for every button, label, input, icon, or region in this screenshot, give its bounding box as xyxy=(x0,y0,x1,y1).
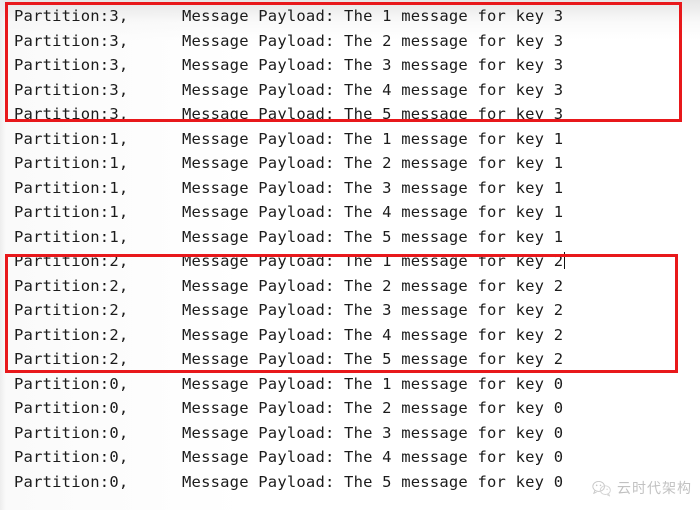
log-line: Partition:0, Message Payload: The 4 messa… xyxy=(14,445,700,470)
log-line: Partition:2, Message Payload: The 4 messa… xyxy=(14,323,700,348)
log-line-partition: Partition:0, xyxy=(14,472,129,491)
log-line-partition: Partition:3, xyxy=(14,56,129,74)
log-line-partition: Partition:2, xyxy=(14,252,129,270)
log-line-partition: Partition:3, xyxy=(14,31,129,50)
log-line-partition: Partition:3, xyxy=(14,80,129,99)
log-line: Partition:2, Message Payload: The 1 messa… xyxy=(14,249,700,274)
log-line: Partition:3, Message Payload: The 4 messa… xyxy=(14,78,700,103)
log-line: Partition:0, Message Payload: The 2 messa… xyxy=(14,396,700,421)
log-line: Partition:2, Message Payload: The 5 messa… xyxy=(14,347,700,372)
log-line-partition: Partition:0, xyxy=(14,399,129,417)
log-line: Partition:0, Message Payload: The 5 messa… xyxy=(14,470,700,495)
log-line: Partition:1, Message Payload: The 3 messa… xyxy=(14,176,700,201)
log-line: Partition:1, Message Payload: The 1 messa… xyxy=(14,127,700,152)
log-line: Partition:3, Message Payload: The 3 messa… xyxy=(14,53,700,78)
log-line-payload: Message Payload: The 1 message for key 0 xyxy=(182,374,564,393)
log-line-payload: Message Payload: The 5 message for key 1 xyxy=(182,227,564,246)
console-output-pane: Partition:3, Message Payload: The 1 messa… xyxy=(0,0,700,510)
log-line: Partition:0, Message Payload: The 1 messa… xyxy=(14,372,700,397)
log-line-payload: Message Payload: The 5 message for key 2 xyxy=(182,350,564,368)
log-line: Partition:3, Message Payload: The 2 messa… xyxy=(14,29,700,54)
log-line-partition: Partition:1, xyxy=(14,227,129,246)
log-line-partition: Partition:2, xyxy=(14,301,129,319)
log-line: Partition:3, Message Payload: The 1 messa… xyxy=(14,4,700,29)
log-line-partition: Partition:2, xyxy=(14,276,129,295)
log-line-partition: Partition:3, xyxy=(14,7,129,25)
log-line-payload: Message Payload: The 3 message for key 1 xyxy=(182,178,564,197)
text-cursor xyxy=(564,252,566,269)
log-line: Partition:2, Message Payload: The 3 messa… xyxy=(14,298,700,323)
log-line-partition: Partition:0, xyxy=(14,423,129,442)
log-line-payload: Message Payload: The 1 message for key 1 xyxy=(182,129,564,148)
log-line-payload: Message Payload: The 5 message for key 3 xyxy=(182,105,564,123)
log-line-payload: Message Payload: The 5 message for key 0 xyxy=(182,472,564,491)
log-line-partition: Partition:0, xyxy=(14,374,129,393)
log-line-payload: Message Payload: The 2 message for key 3 xyxy=(182,31,564,50)
log-line-payload: Message Payload: The 2 message for key 0 xyxy=(182,399,564,417)
log-line-partition: Partition:3, xyxy=(14,105,129,123)
log-line-partition: Partition:1, xyxy=(14,178,129,197)
log-line-payload: Message Payload: The 4 message for key 1 xyxy=(182,203,564,221)
log-line-payload: Message Payload: The 2 message for key 2 xyxy=(182,276,564,295)
log-line-partition: Partition:1, xyxy=(14,154,129,172)
log-line: Partition:1, Message Payload: The 4 messa… xyxy=(14,200,700,225)
log-line-list: Partition:3, Message Payload: The 1 messa… xyxy=(0,0,700,510)
log-line-payload: Message Payload: The 3 message for key 0 xyxy=(182,423,564,442)
log-line-payload: Message Payload: The 3 message for key 3 xyxy=(182,56,564,74)
log-line: Partition:1, Message Payload: The 5 messa… xyxy=(14,225,700,250)
log-line-payload: Message Payload: The 4 message for key 0 xyxy=(182,448,564,466)
log-line: Partition:3, Message Payload: The 5 messa… xyxy=(14,102,700,127)
log-line-partition: Partition:1, xyxy=(14,129,129,148)
log-line-payload: Message Payload: The 4 message for key 3 xyxy=(182,80,564,99)
log-line-partition: Partition:2, xyxy=(14,350,129,368)
log-line-payload: Message Payload: The 4 message for key 2 xyxy=(182,325,564,344)
log-line-payload: Message Payload: The 1 message for key 3 xyxy=(182,7,564,25)
log-line: Partition:1, Message Payload: The 2 messa… xyxy=(14,151,700,176)
log-line-partition: Partition:2, xyxy=(14,325,129,344)
log-line-payload: Message Payload: The 3 message for key 2 xyxy=(182,301,564,319)
log-line-payload: Message Payload: The 1 message for key 2 xyxy=(182,252,564,270)
log-line-payload: Message Payload: The 2 message for key 1 xyxy=(182,154,564,172)
log-line: Partition:0, Message Payload: The 3 messa… xyxy=(14,421,700,446)
log-line-partition: Partition:0, xyxy=(14,448,129,466)
log-line: Partition:2, Message Payload: The 2 messa… xyxy=(14,274,700,299)
log-line-partition: Partition:1, xyxy=(14,203,129,221)
